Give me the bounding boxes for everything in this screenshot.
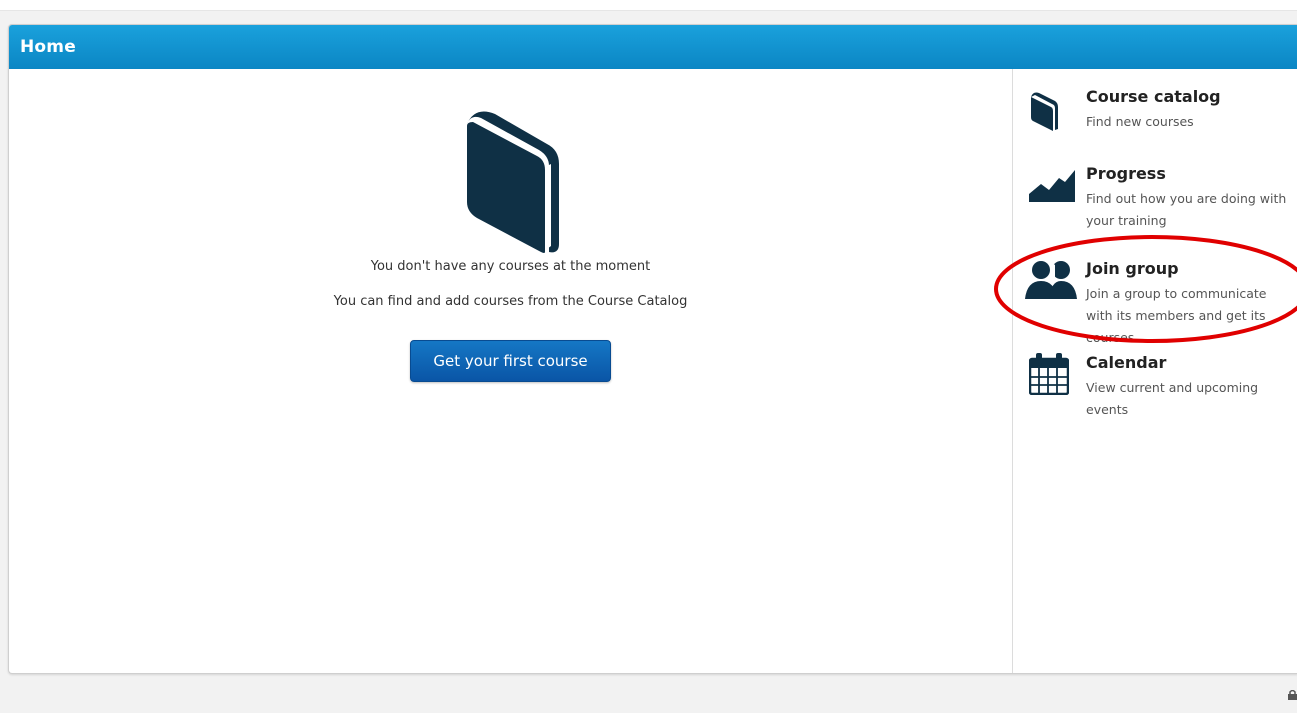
users-icon <box>1025 261 1077 299</box>
sidebar-item-title: Progress <box>1086 164 1166 183</box>
sidebar-item-join-group[interactable]: Join group Join a group to communicate w… <box>1013 259 1297 345</box>
page-title: Home <box>20 37 76 57</box>
sidebar-item-description: Find out how you are doing with your tra… <box>1086 191 1287 228</box>
sidebar-item-calendar[interactable]: Calendar View current and upcoming event… <box>1013 353 1297 423</box>
lock-icon <box>1288 690 1297 700</box>
book-icon <box>1031 92 1058 131</box>
book-icon <box>467 111 559 253</box>
chart-icon <box>1029 170 1075 202</box>
get-first-course-button[interactable]: Get your first course <box>410 340 611 382</box>
sidebar: Course catalog Find new courses Progress… <box>1012 69 1297 673</box>
calendar-icon <box>1029 353 1069 395</box>
empty-message: You don't have any courses at the moment <box>370 259 651 274</box>
main-content: You don't have any courses at the moment… <box>9 69 1012 673</box>
home-panel: Home You don't have any courses at the m… <box>8 24 1297 674</box>
sidebar-item-title: Course catalog <box>1086 87 1221 106</box>
sidebar-item-description: Join a group to communicate with its mem… <box>1086 286 1267 345</box>
top-strip <box>0 0 1297 11</box>
sidebar-item-progress[interactable]: Progress Find out how you are doing with… <box>1013 164 1297 234</box>
sidebar-item-title: Join group <box>1086 259 1179 278</box>
sidebar-item-description: Find new courses <box>1086 114 1194 129</box>
panel-header: Home <box>9 25 1297 69</box>
sidebar-item-description: View current and upcoming events <box>1086 380 1259 417</box>
sidebar-item-course-catalog[interactable]: Course catalog Find new courses <box>1013 87 1297 137</box>
catalog-hint: You can find and add courses from the Co… <box>333 294 688 309</box>
sidebar-item-title: Calendar <box>1086 353 1167 372</box>
